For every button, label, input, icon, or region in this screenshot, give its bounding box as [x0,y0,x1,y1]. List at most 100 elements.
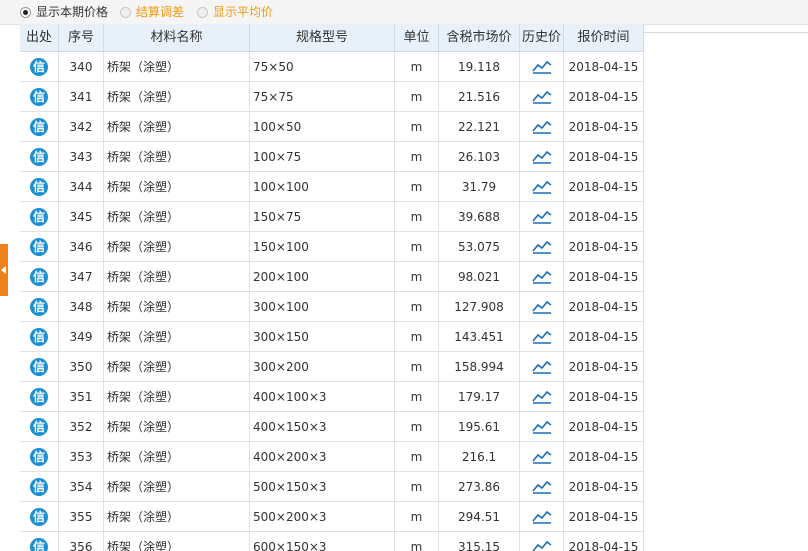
line-chart-icon[interactable] [531,120,552,134]
option-current-price[interactable]: 显示本期价格 [20,0,108,24]
cell-spec: 75×75 [250,82,395,112]
cell-spec: 500×150×3 [250,472,395,502]
xin-badge-icon[interactable]: 信 [30,57,48,76]
cell-no: 347 [59,262,104,292]
line-chart-icon[interactable] [531,60,552,74]
line-chart-icon[interactable] [531,510,552,524]
xin-badge-icon[interactable]: 信 [30,297,48,316]
cell-price: 158.994 [439,352,520,382]
col-header-name[interactable]: 材料名称 [104,24,250,52]
cell-source: 信 [20,382,59,412]
cell-name: 桥架（涂塑） [104,292,250,322]
xin-badge-icon[interactable]: 信 [30,507,48,526]
table-row[interactable]: 信 354 桥架（涂塑） 500×150×3 m 273.86 2018-04-15 [20,472,644,502]
line-chart-icon[interactable] [531,150,552,164]
cell-name: 桥架（涂塑） [104,112,250,142]
line-chart-icon[interactable] [531,240,552,254]
xin-badge-icon[interactable]: 信 [30,387,48,406]
table-row[interactable]: 信 347 桥架（涂塑） 200×100 m 98.021 2018-04-15 [20,262,644,292]
table-row[interactable]: 信 343 桥架（涂塑） 100×75 m 26.103 2018-04-15 [20,142,644,172]
line-chart-icon[interactable] [531,450,552,464]
line-chart-icon[interactable] [531,210,552,224]
radio-unchecked-icon[interactable] [120,6,131,18]
table-row[interactable]: 信 351 桥架（涂塑） 400×100×3 m 179.17 2018-04-15 [20,382,644,412]
xin-badge-icon[interactable]: 信 [30,177,48,196]
table-row[interactable]: 信 340 桥架（涂塑） 75×50 m 19.118 2018-04-15 [20,52,644,82]
table-row[interactable]: 信 345 桥架（涂塑） 150×75 m 39.688 2018-04-15 [20,202,644,232]
cell-history [520,52,564,82]
cell-price: 26.103 [439,142,520,172]
cell-spec: 150×100 [250,232,395,262]
xin-badge-icon[interactable]: 信 [30,477,48,496]
xin-badge-icon[interactable]: 信 [30,207,48,226]
table-row[interactable]: 信 342 桥架（涂塑） 100×50 m 22.121 2018-04-15 [20,112,644,142]
table-row[interactable]: 信 348 桥架（涂塑） 300×100 m 127.908 2018-04-15 [20,292,644,322]
line-chart-icon[interactable] [531,270,552,284]
line-chart-icon[interactable] [531,540,552,551]
cell-source: 信 [20,262,59,292]
table-row[interactable]: 信 341 桥架（涂塑） 75×75 m 21.516 2018-04-15 [20,82,644,112]
line-chart-icon[interactable] [531,300,552,314]
cell-unit: m [395,82,439,112]
col-header-spec[interactable]: 规格型号 [250,24,395,52]
xin-badge-icon[interactable]: 信 [30,117,48,136]
cell-unit: m [395,322,439,352]
xin-badge-icon[interactable]: 信 [30,147,48,166]
radio-unchecked-icon[interactable] [197,6,208,18]
cell-no: 345 [59,202,104,232]
xin-badge-icon[interactable]: 信 [30,237,48,256]
table-row[interactable]: 信 352 桥架（涂塑） 400×150×3 m 195.61 2018-04-15 [20,412,644,442]
cell-price: 216.1 [439,442,520,472]
price-options-bar: 显示本期价格 结算调差 显示平均价 [0,0,808,25]
col-header-history[interactable]: 历史价 [520,24,564,52]
option-label: 显示本期价格 [36,5,109,19]
cell-source: 信 [20,142,59,172]
xin-badge-icon[interactable]: 信 [30,327,48,346]
table-row[interactable]: 信 355 桥架（涂塑） 500×200×3 m 294.51 2018-04-15 [20,502,644,532]
xin-badge-icon[interactable]: 信 [30,267,48,286]
line-chart-icon[interactable] [531,180,552,194]
col-header-source[interactable]: 出处 [20,24,59,52]
cell-history [520,172,564,202]
cell-spec: 75×50 [250,52,395,82]
line-chart-icon[interactable] [531,420,552,434]
option-label: 结算调差 [136,5,185,19]
cell-no: 341 [59,82,104,112]
option-average-price[interactable]: 显示平均价 [197,0,273,24]
table-row[interactable]: 信 349 桥架（涂塑） 300×150 m 143.451 2018-04-15 [20,322,644,352]
radio-checked-icon[interactable] [20,6,31,18]
cell-price: 179.17 [439,382,520,412]
col-header-no[interactable]: 序号 [59,24,104,52]
table-row[interactable]: 信 346 桥架（涂塑） 150×100 m 53.075 2018-04-15 [20,232,644,262]
cell-unit: m [395,292,439,322]
cell-source: 信 [20,172,59,202]
xin-badge-icon[interactable]: 信 [30,357,48,376]
table-row[interactable]: 信 353 桥架（涂塑） 400×200×3 m 216.1 2018-04-15 [20,442,644,472]
table-row[interactable]: 信 356 桥架（涂塑） 600×150×3 m 315.15 2018-04-15 [20,532,644,551]
xin-badge-icon[interactable]: 信 [30,87,48,106]
xin-badge-icon[interactable]: 信 [30,537,48,551]
cell-name: 桥架（涂塑） [104,352,250,382]
xin-badge-icon[interactable]: 信 [30,417,48,436]
table-row[interactable]: 信 344 桥架（涂塑） 100×100 m 31.79 2018-04-15 [20,172,644,202]
cell-price: 315.15 [439,532,520,551]
cell-price: 22.121 [439,112,520,142]
xin-badge-icon[interactable]: 信 [30,447,48,466]
line-chart-icon[interactable] [531,480,552,494]
line-chart-icon[interactable] [531,390,552,404]
col-header-price[interactable]: 含税市场价 [439,24,520,52]
table-body: 信 340 桥架（涂塑） 75×50 m 19.118 2018-04-15 信 341 桥架（涂… [20,52,644,551]
side-collapse-tab[interactable] [0,244,8,296]
option-settlement-adjust[interactable]: 结算调差 [120,0,184,24]
cell-history [520,112,564,142]
cell-spec: 600×150×3 [250,532,395,551]
cell-source: 信 [20,322,59,352]
line-chart-icon[interactable] [531,90,552,104]
cell-unit: m [395,472,439,502]
col-header-unit[interactable]: 单位 [395,24,439,52]
table-header: 出处 序号 材料名称 规格型号 单位 含税市场价 历史价 报价时间 [20,24,644,52]
table-row[interactable]: 信 350 桥架（涂塑） 300×200 m 158.994 2018-04-15 [20,352,644,382]
col-header-date[interactable]: 报价时间 [564,24,644,52]
line-chart-icon[interactable] [531,330,552,344]
line-chart-icon[interactable] [531,360,552,374]
